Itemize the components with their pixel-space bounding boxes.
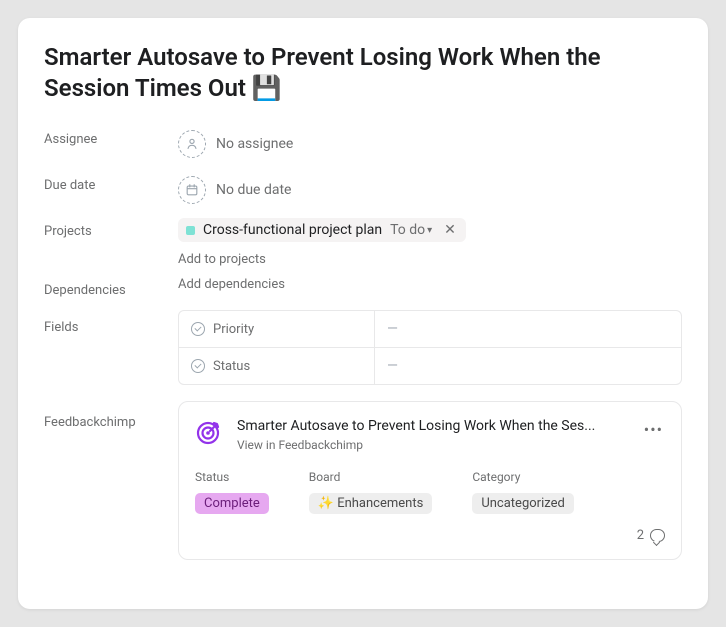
assignee-field[interactable]: No assignee	[178, 126, 682, 162]
project-section-dropdown[interactable]: To do ▾	[390, 222, 432, 238]
field-name: Priority	[213, 322, 254, 337]
assignee-empty-text: No assignee	[216, 136, 293, 152]
field-name: Status	[213, 359, 250, 374]
add-to-projects-link[interactable]: Add to projects	[178, 252, 682, 267]
project-color-dot	[186, 226, 195, 235]
feedbackchimp-meta: Status Complete Board ✨ Enhancements Cat…	[195, 470, 665, 514]
feedbackchimp-label: Feedbackchimp	[44, 401, 178, 430]
person-icon	[178, 130, 206, 158]
dropdown-field-icon	[191, 322, 205, 336]
fc-status-badge: Complete	[195, 493, 269, 514]
assignee-row: Assignee No assignee	[44, 126, 682, 162]
field-value: —	[375, 348, 681, 384]
projects-row: Projects Cross-functional project plan T…	[44, 218, 682, 267]
add-dependencies-link[interactable]: Add dependencies	[178, 277, 682, 292]
fields-row: Fields Priority — Status —	[44, 310, 682, 385]
due-date-empty-text: No due date	[216, 182, 291, 198]
field-row-status[interactable]: Status —	[179, 348, 681, 384]
field-value: —	[375, 311, 681, 347]
due-date-label: Due date	[44, 172, 178, 193]
due-date-field[interactable]: No due date	[178, 172, 682, 208]
comment-count: 2	[637, 528, 644, 543]
due-date-row: Due date No due date	[44, 172, 682, 208]
dependencies-row: Dependencies Add dependencies	[44, 277, 682, 298]
dropdown-field-icon	[191, 359, 205, 373]
assignee-label: Assignee	[44, 126, 178, 147]
field-row-priority[interactable]: Priority —	[179, 311, 681, 348]
task-detail-card: Smarter Autosave to Prevent Losing Work …	[18, 18, 708, 609]
fc-status-label: Status	[195, 470, 269, 484]
calendar-icon	[178, 176, 206, 204]
dependencies-label: Dependencies	[44, 277, 178, 298]
target-icon	[195, 418, 223, 446]
more-menu-button[interactable]: •••	[642, 418, 665, 441]
project-name: Cross-functional project plan	[203, 222, 382, 238]
view-in-feedbackchimp-link[interactable]: View in Feedbackchimp	[237, 438, 628, 452]
custom-fields-table: Priority — Status —	[178, 310, 682, 385]
fc-board-badge: ✨ Enhancements	[309, 493, 433, 514]
projects-label: Projects	[44, 218, 178, 239]
fc-category-label: Category	[472, 470, 573, 484]
fc-board-label: Board	[309, 470, 433, 484]
feedbackchimp-comments[interactable]: 2	[195, 528, 665, 543]
feedbackchimp-card: Smarter Autosave to Prevent Losing Work …	[178, 401, 682, 560]
remove-project-button[interactable]: ✕	[440, 222, 460, 238]
comment-icon	[650, 529, 665, 542]
project-chip[interactable]: Cross-functional project plan To do ▾ ✕	[178, 218, 466, 242]
feedbackchimp-row: Feedbackchimp Smarter Autosave to Preven…	[44, 401, 682, 560]
fields-label: Fields	[44, 310, 178, 335]
chevron-down-icon: ▾	[427, 225, 432, 236]
task-title[interactable]: Smarter Autosave to Prevent Losing Work …	[44, 42, 682, 104]
feedbackchimp-item-title[interactable]: Smarter Autosave to Prevent Losing Work …	[237, 418, 628, 434]
fc-category-badge: Uncategorized	[472, 493, 573, 514]
